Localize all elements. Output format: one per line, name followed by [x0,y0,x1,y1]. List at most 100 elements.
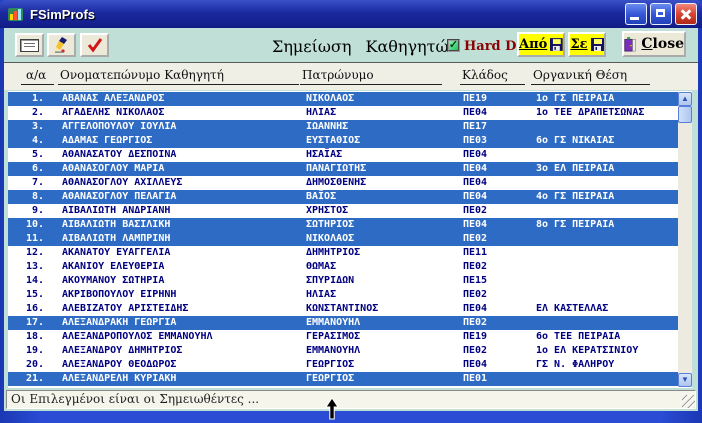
organic-position: 6ο ΤΕΕ ΠΕΙΡΑΙΑ [522,330,678,344]
row-number: 3. [8,120,48,134]
branch-code: ΠΕ02 [449,260,522,274]
table-row[interactable]: 16. ΑΛΕΒΙΖΑΤΟΥ ΑΡΙΣΤΕΙΔΗΣ ΚΩΝΣΤΑΝΤΙΝΟΣ Π… [8,302,678,316]
organic-position: 6ο ΓΣ ΝΙΚΑΙΑΣ [522,134,678,148]
table-row[interactable]: 8. ΑΘΑΝΑΣΟΓΛΟΥ ΠΕΛΑΓΙΑ ΒΑΪΟΣ ΠΕ04 4ο ΓΣ … [8,190,678,204]
teacher-name: ΑΘΑΝΑΣΟΓΛΟΥ ΜΑΡΙΑ [48,162,292,176]
close-button[interactable]: Close [622,31,686,57]
row-number: 1. [8,92,48,106]
header-father[interactable]: Πατρώνυμο [300,68,442,85]
teacher-name: ΑΛΕΞΑΝΔΡΟΥ ΔΗΜΗΤΡΙΟΣ [48,344,292,358]
table-row[interactable]: 12. ΑΚΑΝΑΤΟΥ ΕΥΑΓΓΕΛΙΑ ΔΗΜΗΤΡΙΟΣ ΠΕ11 [8,246,678,260]
table-row[interactable]: 10. ΑΙΒΑΛΙΩΤΗ ΒΑΣΙΛΙΚΗ ΣΩΤΗΡΙΟΣ ΠΕ04 8ο … [8,218,678,232]
table-row[interactable]: 21. ΑΛΕΞΑΝΔΡΕΛΗ ΚΥΡΙΑΚΗ ΓΕΩΡΓΙΟΣ ΠΕ01 [8,372,678,386]
table-row[interactable]: 15. ΑΚΡΙΒΟΠΟΥΛΟΥ ΕΙΡΗΝΗ ΗΛΙΑΣ ΠΕ02 [8,288,678,302]
floppy-disk-icon [591,38,604,51]
teacher-name: ΑΒΑΝΑΣ ΑΛΕΞΑΝΔΡΟΣ [48,92,292,106]
teacher-rows: 1. ΑΒΑΝΑΣ ΑΛΕΞΑΝΔΡΟΣ ΝΙΚΟΛΑΟΣ ΠΕ19 1ο ΓΣ… [8,92,678,386]
resize-grip[interactable] [682,395,695,408]
branch-code: ΠΕ02 [449,232,522,246]
row-number: 11. [8,232,48,246]
maximize-button[interactable] [650,3,672,25]
table-row[interactable]: 2. ΑΓΑΔΕΛΗΣ ΝΙΚΟΛΑΟΣ ΗΛΙΑΣ ΠΕ04 1ο ΤΕΕ Δ… [8,106,678,120]
row-number: 16. [8,302,48,316]
table-row[interactable]: 18. ΑΛΕΞΑΝΔΡΟΠΟΥΛΟΣ ΕΜΜΑΝΟΥΗΛ ΓΕΡΑΣΙΜΟΣ … [8,330,678,344]
table-row[interactable]: 11. ΑΙΒΑΛΙΩΤΗ ΛΑΜΠΡΙΝΗ ΝΙΚΟΛΑΟΣ ΠΕ02 [8,232,678,246]
minimize-icon [630,17,639,20]
scrollbar-up-button[interactable]: ▲ [678,92,692,106]
table-row[interactable]: 19. ΑΛΕΞΑΝΔΡΟΥ ΔΗΜΗΤΡΙΟΣ ΕΜΜΑΝΟΥΗΛ ΠΕ02 … [8,344,678,358]
close-button-label: Close [641,36,684,52]
table-row[interactable]: 14. ΑΚΟΥΜΑΝΟΥ ΣΩΤΗΡΙΑ ΣΠΥΡΙΔΩΝ ΠΕ15 [8,274,678,288]
hard-disk-checkbox[interactable]: ✓ [447,39,460,52]
organic-position: 4ο ΓΣ ΠΕΙΡΑΙΑ [522,190,678,204]
organic-position [522,260,678,274]
branch-code: ΠΕ11 [449,246,522,260]
card-list-icon [20,39,39,52]
teacher-name: ΑΓΓΕΛΟΠΟΥΛΟΥ ΙΟΥΛΙΑ [48,120,292,134]
client-area: Σημείωση Καθηγητών ✓ Hard Disk Από Σε [4,28,698,411]
title-bar[interactable]: FSimProfs [0,0,702,28]
edit-mark-button[interactable] [47,33,76,57]
close-window-button[interactable] [675,3,697,25]
header-position[interactable]: Οργανική Θέση [531,68,650,85]
table-row[interactable]: 17. ΑΛΕΞΑΝΔΡΑΚΗ ΓΕΩΡΓΙΑ ΕΜΜΑΝΟΥΗΛ ΠΕ02 [8,316,678,330]
pencil-icon [53,36,71,54]
organic-position: 1ο ΤΕΕ ΔΡΑΠΕΤΣΩΝΑΣ [522,106,678,120]
header-name[interactable]: Ονοματεπώνυμο Καθηγητή [58,68,299,85]
header-branch[interactable]: Κλάδος [460,68,525,85]
table-row[interactable]: 9. ΑΙΒΑΛΙΩΤΗ ΑΝΔΡΙΑΝΗ ΧΡΗΣΤΟΣ ΠΕ02 [8,204,678,218]
maximize-icon [656,9,665,17]
teacher-name: ΑΚΑΝΙΟΥ ΕΛΕΥΘΕΡΙΑ [48,260,292,274]
chevron-down-icon: ▼ [681,375,689,384]
header-aa[interactable]: α/α [21,68,54,85]
father-name: ΙΩΑΝΝΗΣ [292,120,449,134]
father-name: ΧΡΗΣΤΟΣ [292,204,449,218]
table-row[interactable]: 7. ΑΘΑΝΑΣΟΓΛΟΥ ΑΧΙΛΛΕΥΣ ΔΗΜΟΣΘΕΝΗΣ ΠΕ04 [8,176,678,190]
branch-code: ΠΕ04 [449,176,522,190]
table-row[interactable]: 3. ΑΓΓΕΛΟΠΟΥΛΟΥ ΙΟΥΛΙΑ ΙΩΑΝΝΗΣ ΠΕ17 [8,120,678,134]
scrollbar-thumb[interactable] [678,106,692,123]
scrollbar[interactable]: ▲ ▼ [678,92,692,387]
teacher-name: ΑΛΕΒΙΖΑΤΟΥ ΑΡΙΣΤΕΙΔΗΣ [48,302,292,316]
branch-code: ΠΕ03 [449,134,522,148]
chevron-up-icon: ▲ [681,94,689,103]
table-row[interactable]: 1. ΑΒΑΝΑΣ ΑΛΕΞΑΝΔΡΟΣ ΝΙΚΟΛΑΟΣ ΠΕ19 1ο ΓΣ… [8,92,678,106]
teacher-name: ΑΚΑΝΑΤΟΥ ΕΥΑΓΓΕΛΙΑ [48,246,292,260]
app-icon [7,6,24,23]
status-text: Οι Επιλεγμένοι είναι οι Σημειωθέντες ... [11,392,259,406]
organic-position [522,120,678,134]
organic-position: 1ο ΕΛ ΚΕΡΑΤΣΙΝΙΟΥ [522,344,678,358]
organic-position [522,316,678,330]
branch-code: ΠΕ02 [449,316,522,330]
father-name: ΓΕΩΡΓΙΟΣ [292,358,449,372]
row-number: 7. [8,176,48,190]
branch-code: ΠΕ02 [449,204,522,218]
branch-code: ΠΕ15 [449,274,522,288]
load-from-disk-button[interactable]: Από [517,32,565,57]
father-name: ΕΜΜΑΝΟΥΗΛ [292,344,449,358]
father-name: ΣΩΤΗΡΙΟΣ [292,218,449,232]
teacher-list: 1. ΑΒΑΝΑΣ ΑΛΕΞΑΝΔΡΟΣ ΝΙΚΟΛΑΟΣ ΠΕ19 1ο ΓΣ… [8,91,692,388]
scrollbar-down-button[interactable]: ▼ [678,373,692,387]
table-row[interactable]: 20. ΑΛΕΞΑΝΔΡΟΥ ΘΕΟΔΩΡΟΣ ΓΕΩΡΓΙΟΣ ΠΕ04 ΓΣ… [8,358,678,372]
father-name: ΔΗΜΟΣΘΕΝΗΣ [292,176,449,190]
branch-code: ΠΕ02 [449,344,522,358]
organic-position: 1ο ΓΣ ΠΕΙΡΑΙΑ [522,92,678,106]
minimize-button[interactable] [625,3,647,25]
table-row[interactable]: 5. ΑΘΑΝΑΣΑΤΟΥ ΔΕΣΠΟΙΝΑ ΗΣΑΪΑΣ ΠΕ04 [8,148,678,162]
row-number: 19. [8,344,48,358]
table-row[interactable]: 4. ΑΔΑΜΑΣ ΓΕΩΡΓΙΟΣ ΕΥΣΤΑΘΙΟΣ ΠΕ03 6ο ΓΣ … [8,134,678,148]
save-to-disk-button[interactable]: Σε [568,32,606,57]
table-row[interactable]: 6. ΑΘΑΝΑΣΟΓΛΟΥ ΜΑΡΙΑ ΠΑΝΑΓΙΩΤΗΣ ΠΕ04 3ο … [8,162,678,176]
row-number: 13. [8,260,48,274]
teacher-name: ΑΛΕΞΑΝΔΡΟΥ ΘΕΟΔΩΡΟΣ [48,358,292,372]
table-row[interactable]: 13. ΑΚΑΝΙΟΥ ΕΛΕΥΘΕΡΙΑ ΘΩΜΑΣ ΠΕ02 [8,260,678,274]
load-from-disk-label: Από [519,37,547,52]
organic-position [522,148,678,162]
branch-code: ΠΕ04 [449,358,522,372]
organic-position: ΓΣ Ν. ΦΑΛΗΡΟΥ [522,358,678,372]
organic-position: 3ο ΕΛ ΠΕΙΡΑΙΑ [522,162,678,176]
list-view-button[interactable] [15,33,44,57]
father-name: ΗΛΙΑΣ [292,106,449,120]
check-mark-button[interactable] [80,33,109,57]
